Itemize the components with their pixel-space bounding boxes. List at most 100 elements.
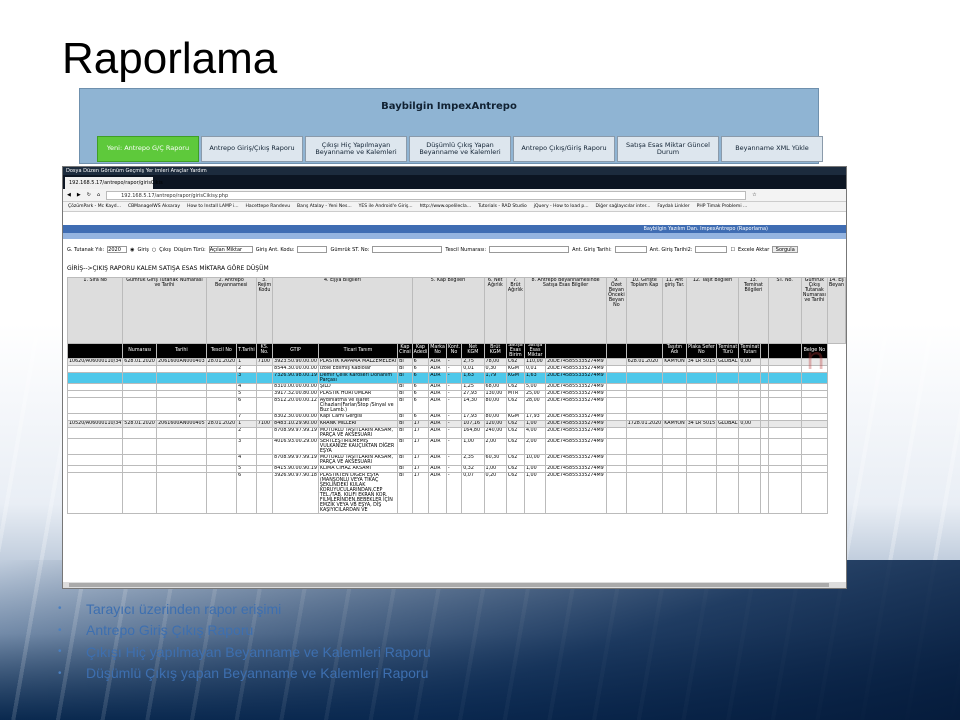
table-cell [760,413,769,422]
table-cell [255,397,274,415]
table-row[interactable]: 10520/A06000110/34 528.01.2020 2061600AN00… [66,420,846,429]
bookmark-item[interactable]: CBManagelWS Aksaray [128,202,180,211]
dusumlu-cikis-button[interactable]: Düşümlü Çıkış Yapan Beyanname ve Kalemle… [409,136,511,162]
gumruk-input[interactable] [372,246,443,253]
table-row[interactable]: 6 8512.20.00.00.12 Aydınlatma ve İşaret Ci… [66,397,846,415]
table-cell [625,427,664,440]
table-cell: 80,00 [483,397,507,415]
radio-cikis-icon[interactable]: ○ [152,247,156,253]
bookmark-item[interactable]: PHP Timak Problemi ... [697,202,748,211]
bookmark-item[interactable]: Tutorials - RAD Studio [478,202,527,211]
table-cell: 17 [411,438,430,456]
table-row[interactable]: 3 4016.93.00.29.00 SERTLEŞTİRİLMEMİŞ VULKA… [66,438,846,456]
table-row[interactable]: 5 8415.90.00.90.19 KLİMA CİHAZ AKSAMI BI 17 A… [66,465,846,474]
bullet-icon: • [58,646,62,658]
table-cell: 0,01 [461,365,485,374]
table-cell [255,465,274,474]
bookmark-item[interactable]: jQuery - How to load p... [534,202,589,211]
table-cell: 20DE745855335274M9 [545,420,608,429]
table-row[interactable]: 10620/A06000110/34 628.01.2020 2061600AN00… [66,358,846,367]
table-cell [767,372,802,385]
radio-giris-icon[interactable]: ◉ [130,247,134,253]
table-row[interactable]: 4 8310.00.00.00.00 ŞİLD BI 6 ADR -1,25 68,00 C62… [66,383,846,392]
bookmark-item[interactable]: ÇözümPark - Mc Kayd... [68,202,121,211]
cikisi-hic-yapilmayan-button[interactable]: Çıkışı Hiç Yapılmayan Beyanname ve Kalem… [305,136,407,162]
table-cell: 5 [236,465,257,474]
forward-icon[interactable]: ▶ [77,192,81,198]
ant-giris-label: Ant. Giriş Tarihi: [572,246,612,253]
dusum-select[interactable]: Açılan Miktar [208,246,253,253]
column-header: Satışa Esas Birim [505,342,525,360]
table-cell [156,365,207,374]
bullet-text: Tarayıcı üzerinden rapor erişimi [86,600,282,617]
table-cell [606,420,627,429]
bookmark-item[interactable]: How to Install LAMP i... [187,202,238,211]
excel-checkbox-icon[interactable]: ☐ [730,247,734,253]
star-icon[interactable]: ☆ [752,192,756,198]
table-row[interactable]: 5 3917.32.00.80.00 PLASTİK HORTUMLAR BI 6 ADR… [66,390,846,399]
new-antrepo-report-button[interactable]: Yeni: Antrepo G/Ç Raporu [97,136,199,162]
dusum-label: Düşüm Türü: [174,246,206,253]
table-cell [800,420,828,429]
bookmark-item[interactable]: YES ile Android'e Giriş... [359,202,413,211]
table-cell [66,390,124,399]
back-icon[interactable]: ◀ [67,192,71,198]
home-icon[interactable]: ⌂ [97,192,100,198]
ant-giris-input[interactable] [614,246,647,253]
giris-ant-input[interactable] [297,246,328,253]
year-select[interactable]: 2020 [107,246,128,253]
table-cell [625,365,664,374]
antrepo-cikis-giris-button[interactable]: Antrepo Çıkış/Giriş Raporu [513,136,615,162]
table-cell [685,390,718,399]
table-row[interactable]: 2 8544.30.00.00.00 Izole Edilmiş Kablolar B… [66,365,846,374]
address-bar[interactable]: 192.168.5.17/antrepo/rapor/girisCikisy.p… [106,190,747,200]
beyanname-xml-button[interactable]: Beyanname XML Yükle [721,136,823,162]
browser-menu-bar[interactable]: Dosya Düzen Görünüm Geçmiş Yer imleri Ar… [63,167,846,175]
bullet-item: • Antrepo Giriş Çıkış Raporu [58,620,431,642]
bookmark-item[interactable]: Barış Atalay - Yeni Nes... [297,202,352,211]
tescil-input[interactable] [489,246,570,253]
table-cell [760,390,769,399]
table-row[interactable]: 7 8302.30.00.00.00 Kapı Camı Gergisi BI 6 ADR… [66,413,846,422]
table-cell: KAMYON [662,358,687,367]
table-cell: 6 [411,365,430,374]
scroll-thumb[interactable] [69,583,829,587]
antrepo-giris-cikis-button[interactable]: Antrepo Giriş/Çıkış Raporu [201,136,303,162]
bookmark-item[interactable]: http://www.opelilecla... [420,202,472,211]
table-cell: ŞİLD [317,383,399,392]
table-cell [800,427,828,440]
bookmark-item[interactable]: Faydalı Linkler [657,202,689,211]
table-cell [716,438,740,456]
bookmark-item[interactable]: Diğer sağlayıcılar inter... [596,202,651,211]
table-cell [767,383,802,392]
ant-giris2-input[interactable] [695,246,728,253]
satisa-esas-miktar-button[interactable]: Satışa Esas Miktar Güncel Durum [617,136,719,162]
column-header: Tarihi [156,342,207,360]
column-group-header: 2. Antrepo Beyannamesi [205,277,257,344]
reload-icon[interactable]: ↻ [87,192,91,198]
column-header: Numarası [122,342,158,360]
table-row[interactable]: 3 7326.90.98.00.19 Demir Çelik Karoseri Do… [66,372,846,385]
table-cell [767,413,802,422]
table-cell [800,383,828,392]
table-cell: 20DE745855335274M9 [545,390,608,399]
table-cell: 2061600AN000403 [156,358,207,367]
table-cell [625,372,664,385]
table-cell [156,372,207,385]
browser-tab[interactable]: 192.168.5.17/antrepo/rapor/girisCikis [65,177,163,189]
table-cell [760,420,769,429]
table-cell: 20DE745855335274M9 [545,413,608,422]
table-cell: 3926.90.97.90.18 [272,472,319,515]
table-cell: 110,00 [523,358,547,367]
year-label: G. Tutanak Yılı: [67,246,105,253]
sorgula-button[interactable]: Sorgula [772,246,799,253]
bookmark-item[interactable]: Hacettepe Randevu [246,202,291,211]
table-cell [122,390,158,399]
table-row[interactable]: 2 8708.99.97.99.19 MOTORLU TAŞITLARIN AKSA… [66,427,846,440]
bullet-text: Düşümlü Çıkış yapan Beyanname ve Kalemle… [86,665,429,682]
table-cell: 10520/A06000110/34 [66,420,124,429]
table-row[interactable]: 4 8708.99.97.99.19 MOTORLU TAŞITLARIN AKSA… [66,454,846,467]
table-row[interactable]: 6 3926.90.97.90.18 PLASTİKTEN DİĞER EŞYA (… [66,472,846,515]
table-cell: BI [397,383,413,392]
horizontal-scrollbar[interactable] [63,582,846,588]
